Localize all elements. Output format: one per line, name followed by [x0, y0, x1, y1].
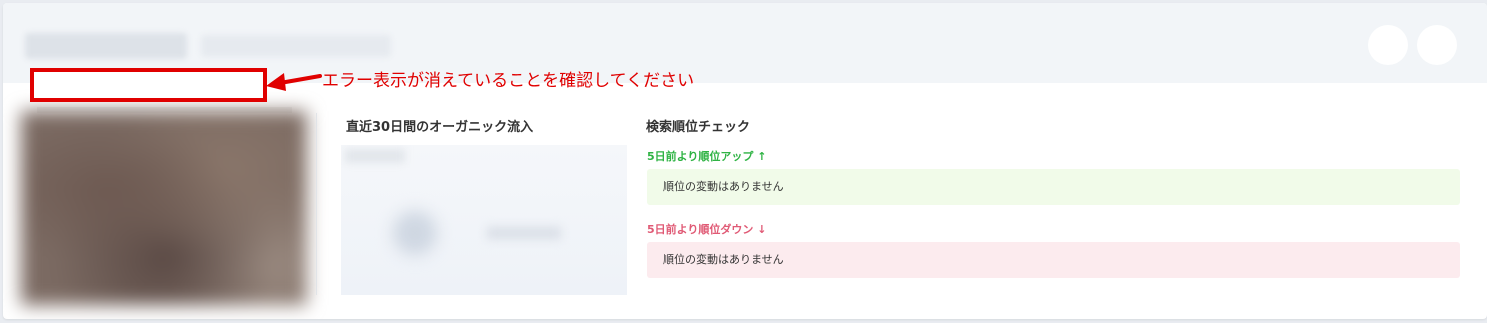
arrow-down-icon: ↓	[757, 223, 767, 236]
rank-down-heading-label: 5日前より順位ダウン	[647, 223, 754, 236]
organic-traffic-title: 直近30日間のオーガニック流入	[346, 120, 534, 135]
rank-up-message: 順位の変動はありません	[663, 180, 784, 193]
blurred-chart-text	[487, 227, 561, 239]
site-thumbnail	[21, 111, 307, 305]
rank-down-heading: 5日前より順位ダウン ↓	[647, 221, 767, 237]
header-action-button-1[interactable]	[1368, 25, 1408, 65]
blurred-site-title	[25, 33, 187, 59]
header-action-button-2[interactable]	[1417, 25, 1457, 65]
blurred-site-url	[201, 35, 391, 57]
column-divider	[316, 113, 317, 295]
site-card: 直近30日間のオーガニック流入 検索順位チェック 5日前より順位アップ ↑ 順位…	[3, 3, 1487, 319]
organic-traffic-chart	[341, 145, 627, 295]
red-arrow-icon	[266, 73, 322, 91]
rank-down-message-box: 順位の変動はありません	[647, 242, 1460, 278]
rank-down-message: 順位の変動はありません	[663, 253, 784, 266]
arrow-up-icon: ↑	[757, 150, 767, 163]
annotation-highlight-box	[30, 68, 267, 102]
rank-up-heading-label: 5日前より順位アップ	[647, 150, 754, 163]
rank-up-heading: 5日前より順位アップ ↑	[647, 148, 767, 164]
blurred-chart-icon	[393, 211, 437, 255]
rank-up-message-box: 順位の変動はありません	[647, 169, 1460, 205]
search-rank-title: 検索順位チェック	[646, 120, 751, 135]
blurred-chart-label	[345, 149, 405, 163]
annotation-text: エラー表示が消えていることを確認してください	[322, 71, 695, 91]
